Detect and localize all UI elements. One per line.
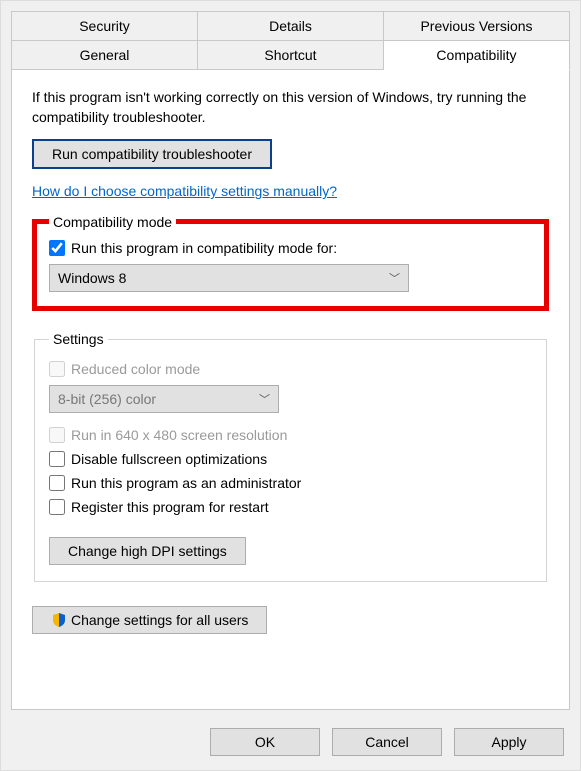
button-label: OK [255,734,275,750]
color-depth-select: 8-bit (256) color ﹀ [49,385,279,413]
tab-general[interactable]: General [11,41,198,70]
properties-window: Security Details Previous Versions Gener… [0,0,581,771]
tab-strip: Security Details Previous Versions Gener… [1,1,580,70]
tab-label: Details [269,18,312,34]
cancel-button[interactable]: Cancel [332,728,442,756]
settings-group: Settings Reduced color mode 8-bit (256) … [34,331,547,582]
ok-button[interactable]: OK [210,728,320,756]
button-label: Cancel [365,734,409,750]
change-dpi-button[interactable]: Change high DPI settings [49,537,246,565]
change-all-users-button[interactable]: Change settings for all users [32,606,267,634]
chevron-down-icon: ﹀ [259,391,270,407]
tab-compatibility[interactable]: Compatibility [384,41,570,70]
disable-fullscreen-checkbox[interactable] [49,451,65,467]
chevron-down-icon: ﹀ [389,270,400,286]
help-link[interactable]: How do I choose compatibility settings m… [32,183,337,199]
button-label: Run compatibility troubleshooter [52,146,252,162]
run-as-admin-checkbox-row[interactable]: Run this program as an administrator [49,475,532,491]
button-label: Apply [491,734,526,750]
reduced-color-checkbox-row: Reduced color mode [49,361,532,377]
checkbox-label: Run in 640 x 480 screen resolution [71,427,287,443]
shield-icon [51,612,67,628]
low-res-checkbox [49,427,65,443]
tab-label: Previous Versions [420,18,532,34]
tab-label: Compatibility [436,47,516,63]
checkbox-label: Disable fullscreen optimizations [71,451,267,467]
checkbox-label: Register this program for restart [71,499,269,515]
tab-previous-versions[interactable]: Previous Versions [384,11,570,41]
compat-mode-checkbox-row[interactable]: Run this program in compatibility mode f… [49,240,532,256]
tab-label: Shortcut [264,47,316,63]
compatibility-mode-group: Compatibility mode Run this program in c… [32,219,549,311]
register-restart-checkbox-row[interactable]: Register this program for restart [49,499,532,515]
group-legend: Compatibility mode [49,214,176,230]
checkbox-label: Run this program as an administrator [71,475,301,491]
button-label: Change settings for all users [71,612,248,628]
intro-text: If this program isn't working correctly … [32,88,549,127]
select-value: Windows 8 [58,270,126,286]
run-as-admin-checkbox[interactable] [49,475,65,491]
checkbox-label: Reduced color mode [71,361,200,377]
dialog-action-bar: OK Cancel Apply [210,728,564,756]
tab-shortcut[interactable]: Shortcut [198,41,384,70]
compat-os-select[interactable]: Windows 8 ﹀ [49,264,409,292]
tab-panel-compatibility: If this program isn't working correctly … [11,70,570,710]
group-legend: Settings [49,331,108,347]
compat-mode-checkbox[interactable] [49,240,65,256]
button-label: Change high DPI settings [68,543,227,559]
register-restart-checkbox[interactable] [49,499,65,515]
checkbox-label: Run this program in compatibility mode f… [71,240,337,256]
tab-label: Security [79,18,130,34]
disable-fullscreen-checkbox-row[interactable]: Disable fullscreen optimizations [49,451,532,467]
tab-label: General [80,47,130,63]
apply-button[interactable]: Apply [454,728,564,756]
run-troubleshooter-button[interactable]: Run compatibility troubleshooter [32,139,272,169]
tab-details[interactable]: Details [198,11,384,41]
reduced-color-checkbox [49,361,65,377]
tab-security[interactable]: Security [11,11,198,41]
link-label: How do I choose compatibility settings m… [32,183,337,199]
low-res-checkbox-row: Run in 640 x 480 screen resolution [49,427,532,443]
select-value: 8-bit (256) color [58,391,156,407]
